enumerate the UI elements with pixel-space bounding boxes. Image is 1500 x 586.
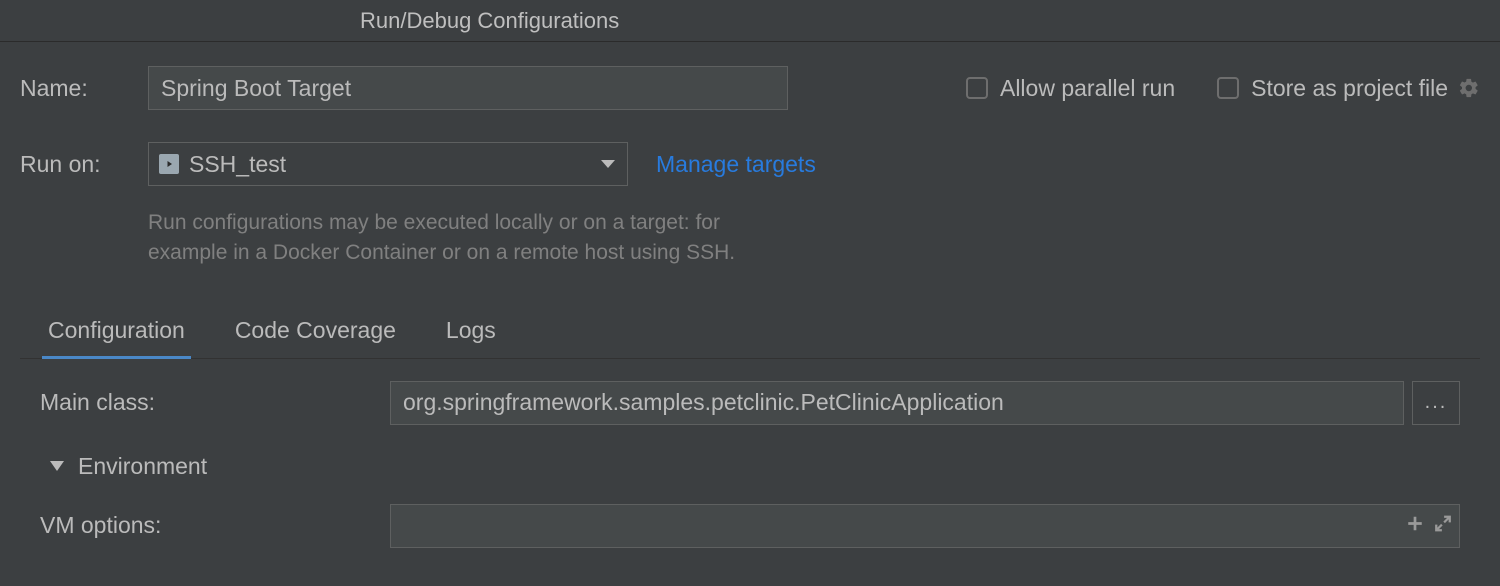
run-on-label: Run on: [20,151,148,178]
help-line-1: Run configurations may be executed local… [148,208,1048,238]
tab-logs[interactable]: Logs [446,317,496,358]
store-project-label: Store as project file [1251,75,1448,102]
vm-options-label: VM options: [40,512,390,539]
expand-icon[interactable] [1434,514,1452,537]
tab-code-coverage[interactable]: Code Coverage [235,317,396,358]
chevron-down-icon [601,160,615,168]
main-class-input[interactable] [390,381,1404,425]
vm-options-input[interactable] [390,504,1460,548]
manage-targets-link[interactable]: Manage targets [656,151,816,178]
allow-parallel-checkbox[interactable]: Allow parallel run [966,75,1175,102]
insert-macro-icon[interactable] [1406,514,1424,537]
name-label: Name: [20,75,148,102]
run-on-dropdown[interactable]: SSH_test [148,142,628,186]
checkbox-icon [1217,77,1239,99]
main-class-label: Main class: [40,389,390,416]
gear-icon[interactable] [1458,77,1480,99]
store-project-checkbox[interactable]: Store as project file [1217,75,1448,102]
environment-section-toggle[interactable]: Environment [50,453,1460,480]
dialog-title: Run/Debug Configurations [0,0,1500,42]
chevron-down-icon [50,461,64,471]
main-class-browse-button[interactable]: ... [1412,381,1460,425]
target-icon [159,154,179,174]
tab-configuration[interactable]: Configuration [48,317,185,358]
run-on-help-text: Run configurations may be executed local… [148,208,1048,269]
config-tabs: Configuration Code Coverage Logs [20,317,1480,359]
environment-label: Environment [78,453,207,480]
checkbox-icon [966,77,988,99]
run-on-value: SSH_test [189,151,286,178]
name-input[interactable] [148,66,788,110]
help-line-2: example in a Docker Container or on a re… [148,238,1048,268]
allow-parallel-label: Allow parallel run [1000,75,1175,102]
